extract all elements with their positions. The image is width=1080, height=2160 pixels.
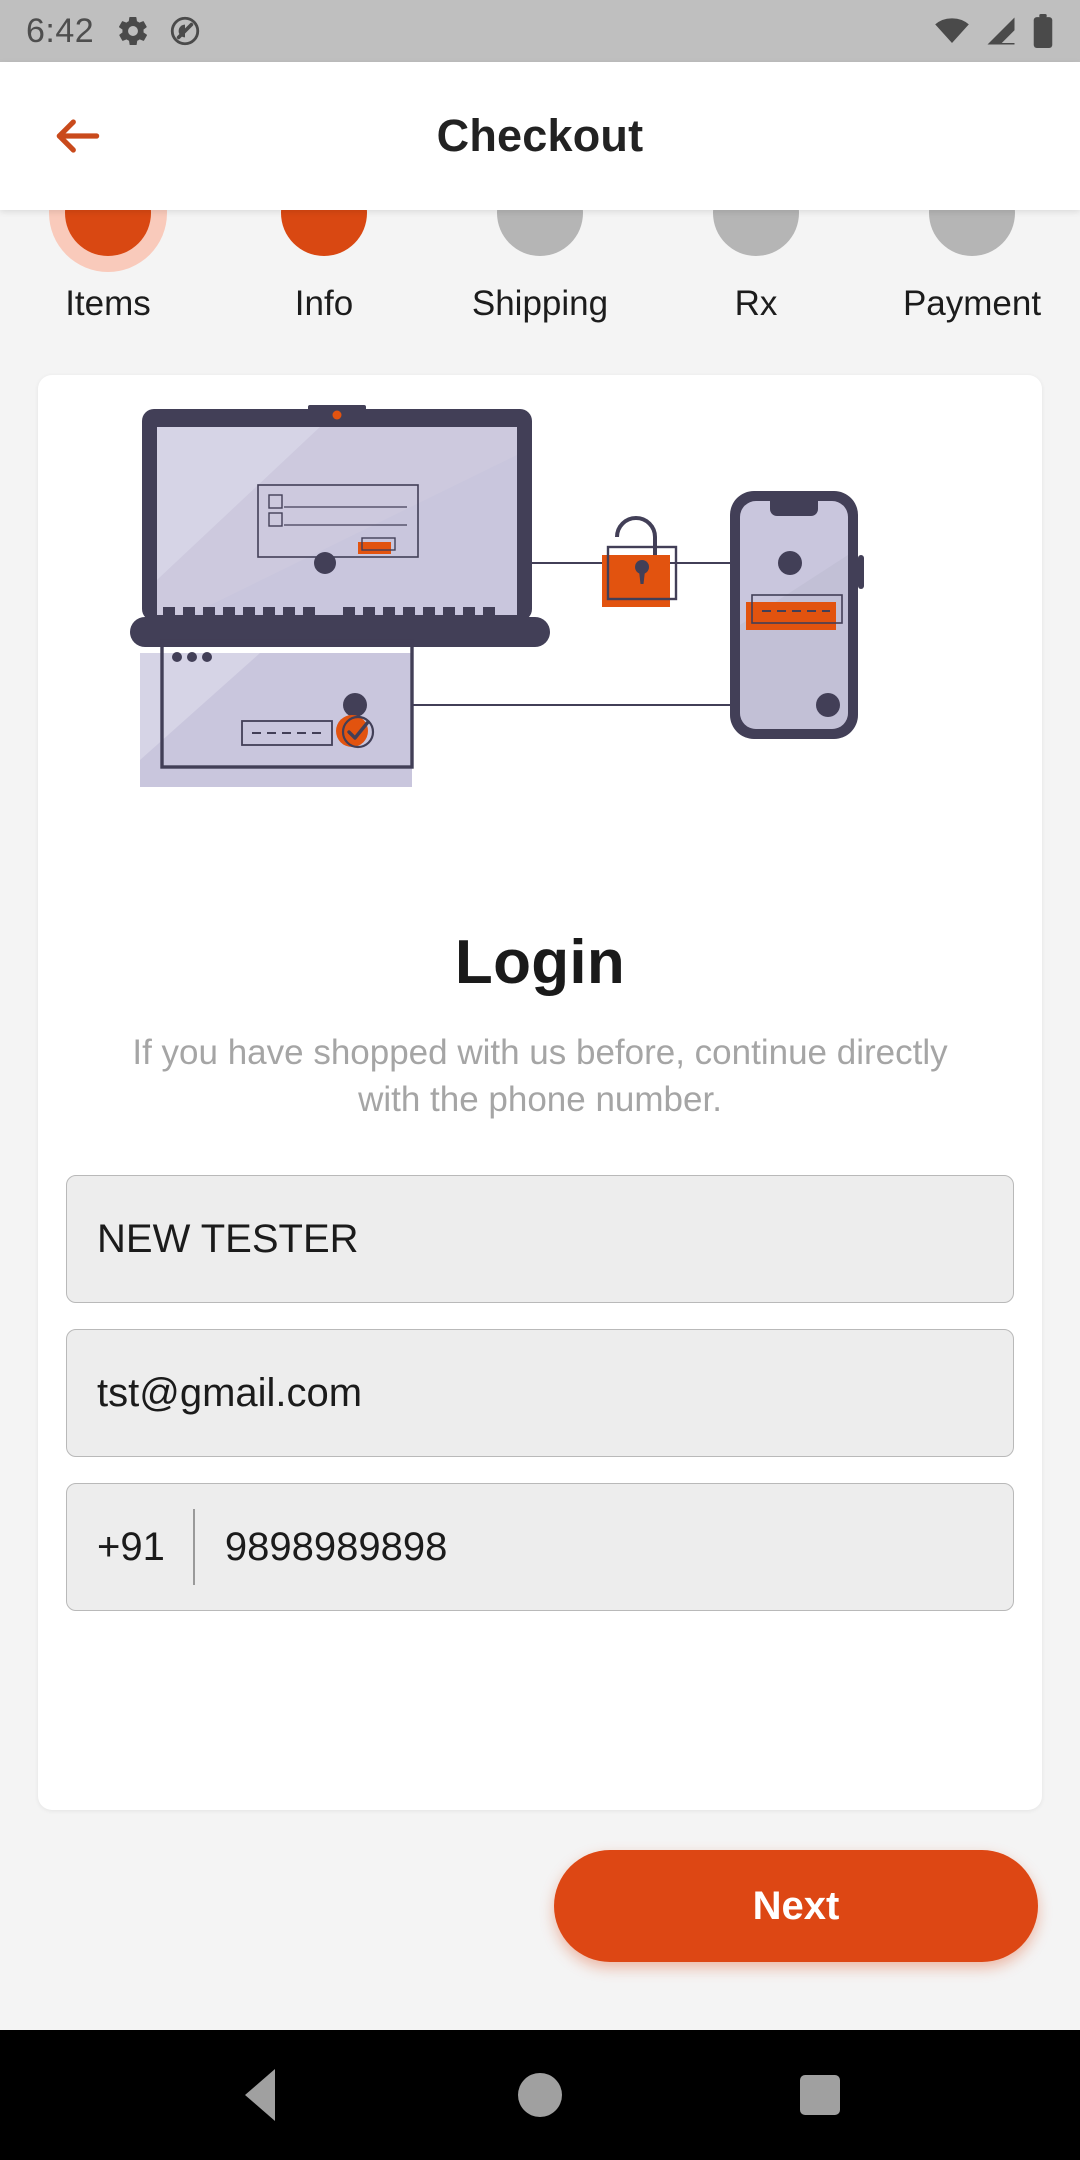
stepper-step-info[interactable]: Info [216, 210, 432, 346]
email-field-value: tst@gmail.com [97, 1370, 363, 1415]
login-subtitle: If you have shopped with us before, cont… [132, 1033, 948, 1119]
app-bar: Checkout [0, 62, 1080, 210]
nav-recents-button[interactable] [760, 2035, 880, 2155]
stepper-step-payment[interactable]: Payment [864, 210, 1080, 346]
country-code-selector[interactable]: +91 [97, 1525, 193, 1570]
back-button[interactable] [30, 88, 126, 184]
stepper-dot-icon [713, 210, 799, 256]
wifi-icon [935, 18, 969, 43]
stepper-step-items[interactable]: Items [0, 210, 216, 346]
name-field-value: NEW TESTER [97, 1216, 359, 1261]
name-field[interactable]: NEW TESTER [66, 1175, 1014, 1304]
secure-login-illustration [38, 395, 1042, 905]
page-title: Checkout [436, 110, 644, 161]
stepper-dot-icon [929, 210, 1015, 256]
stepper-dot-icon [281, 210, 367, 256]
smartphone-illustration [730, 491, 864, 739]
status-bar-notification-icons [116, 14, 202, 48]
stepper-dot-wrap [912, 210, 1032, 272]
do-not-disturb-icon [171, 16, 200, 46]
login-form: NEW TESTER tst@gmail.com +91 9898989898 [38, 1175, 1042, 1612]
cellular-signal-icon [987, 17, 1015, 45]
stepper-dot-icon [497, 210, 583, 256]
stepper-dot-wrap [480, 210, 600, 272]
stepper-label: Payment [902, 284, 1042, 323]
browser-window-illustration [140, 639, 414, 787]
stepper-label: Info [294, 284, 354, 323]
nav-back-icon [245, 2069, 275, 2121]
back-arrow-icon [56, 119, 100, 153]
nav-recents-icon [800, 2075, 840, 2115]
status-bar: 6:42 [0, 0, 1080, 62]
field-divider [192, 1509, 195, 1586]
phone-screen: 6:42 Checkout Items Info Shipping Rx Pay… [0, 0, 1080, 2160]
stepper-dot-wrap [264, 210, 384, 272]
stepper-step-shipping[interactable]: Shipping [432, 210, 648, 346]
battery-icon [1033, 14, 1053, 48]
login-heading: Login [454, 928, 626, 997]
phone-field-value: 9898989898 [224, 1524, 448, 1569]
nav-home-icon [518, 2073, 562, 2117]
stepper-label: Shipping [471, 284, 609, 323]
nav-home-button[interactable] [480, 2035, 600, 2155]
gear-icon [119, 16, 148, 46]
next-button[interactable]: Next [554, 1850, 1038, 1962]
nav-back-button[interactable] [200, 2035, 320, 2155]
email-field[interactable]: tst@gmail.com [66, 1329, 1014, 1458]
checkout-stepper: Items Info Shipping Rx Payment [0, 210, 1080, 346]
phone-field[interactable]: +91 9898989898 [66, 1483, 1014, 1612]
stepper-label: Rx [734, 284, 778, 323]
android-nav-bar [0, 2030, 1080, 2160]
stepper-dot-wrap [696, 210, 816, 272]
padlock-icon [602, 516, 678, 607]
stepper-step-rx[interactable]: Rx [648, 210, 864, 346]
status-bar-clock: 6:42 [26, 11, 95, 50]
status-bar-system-icons [934, 14, 1054, 48]
login-card: Login If you have shopped with us before… [38, 375, 1042, 1810]
laptop-illustration [130, 405, 550, 647]
stepper-dot-wrap [48, 210, 168, 272]
stepper-label: Items [65, 284, 151, 323]
